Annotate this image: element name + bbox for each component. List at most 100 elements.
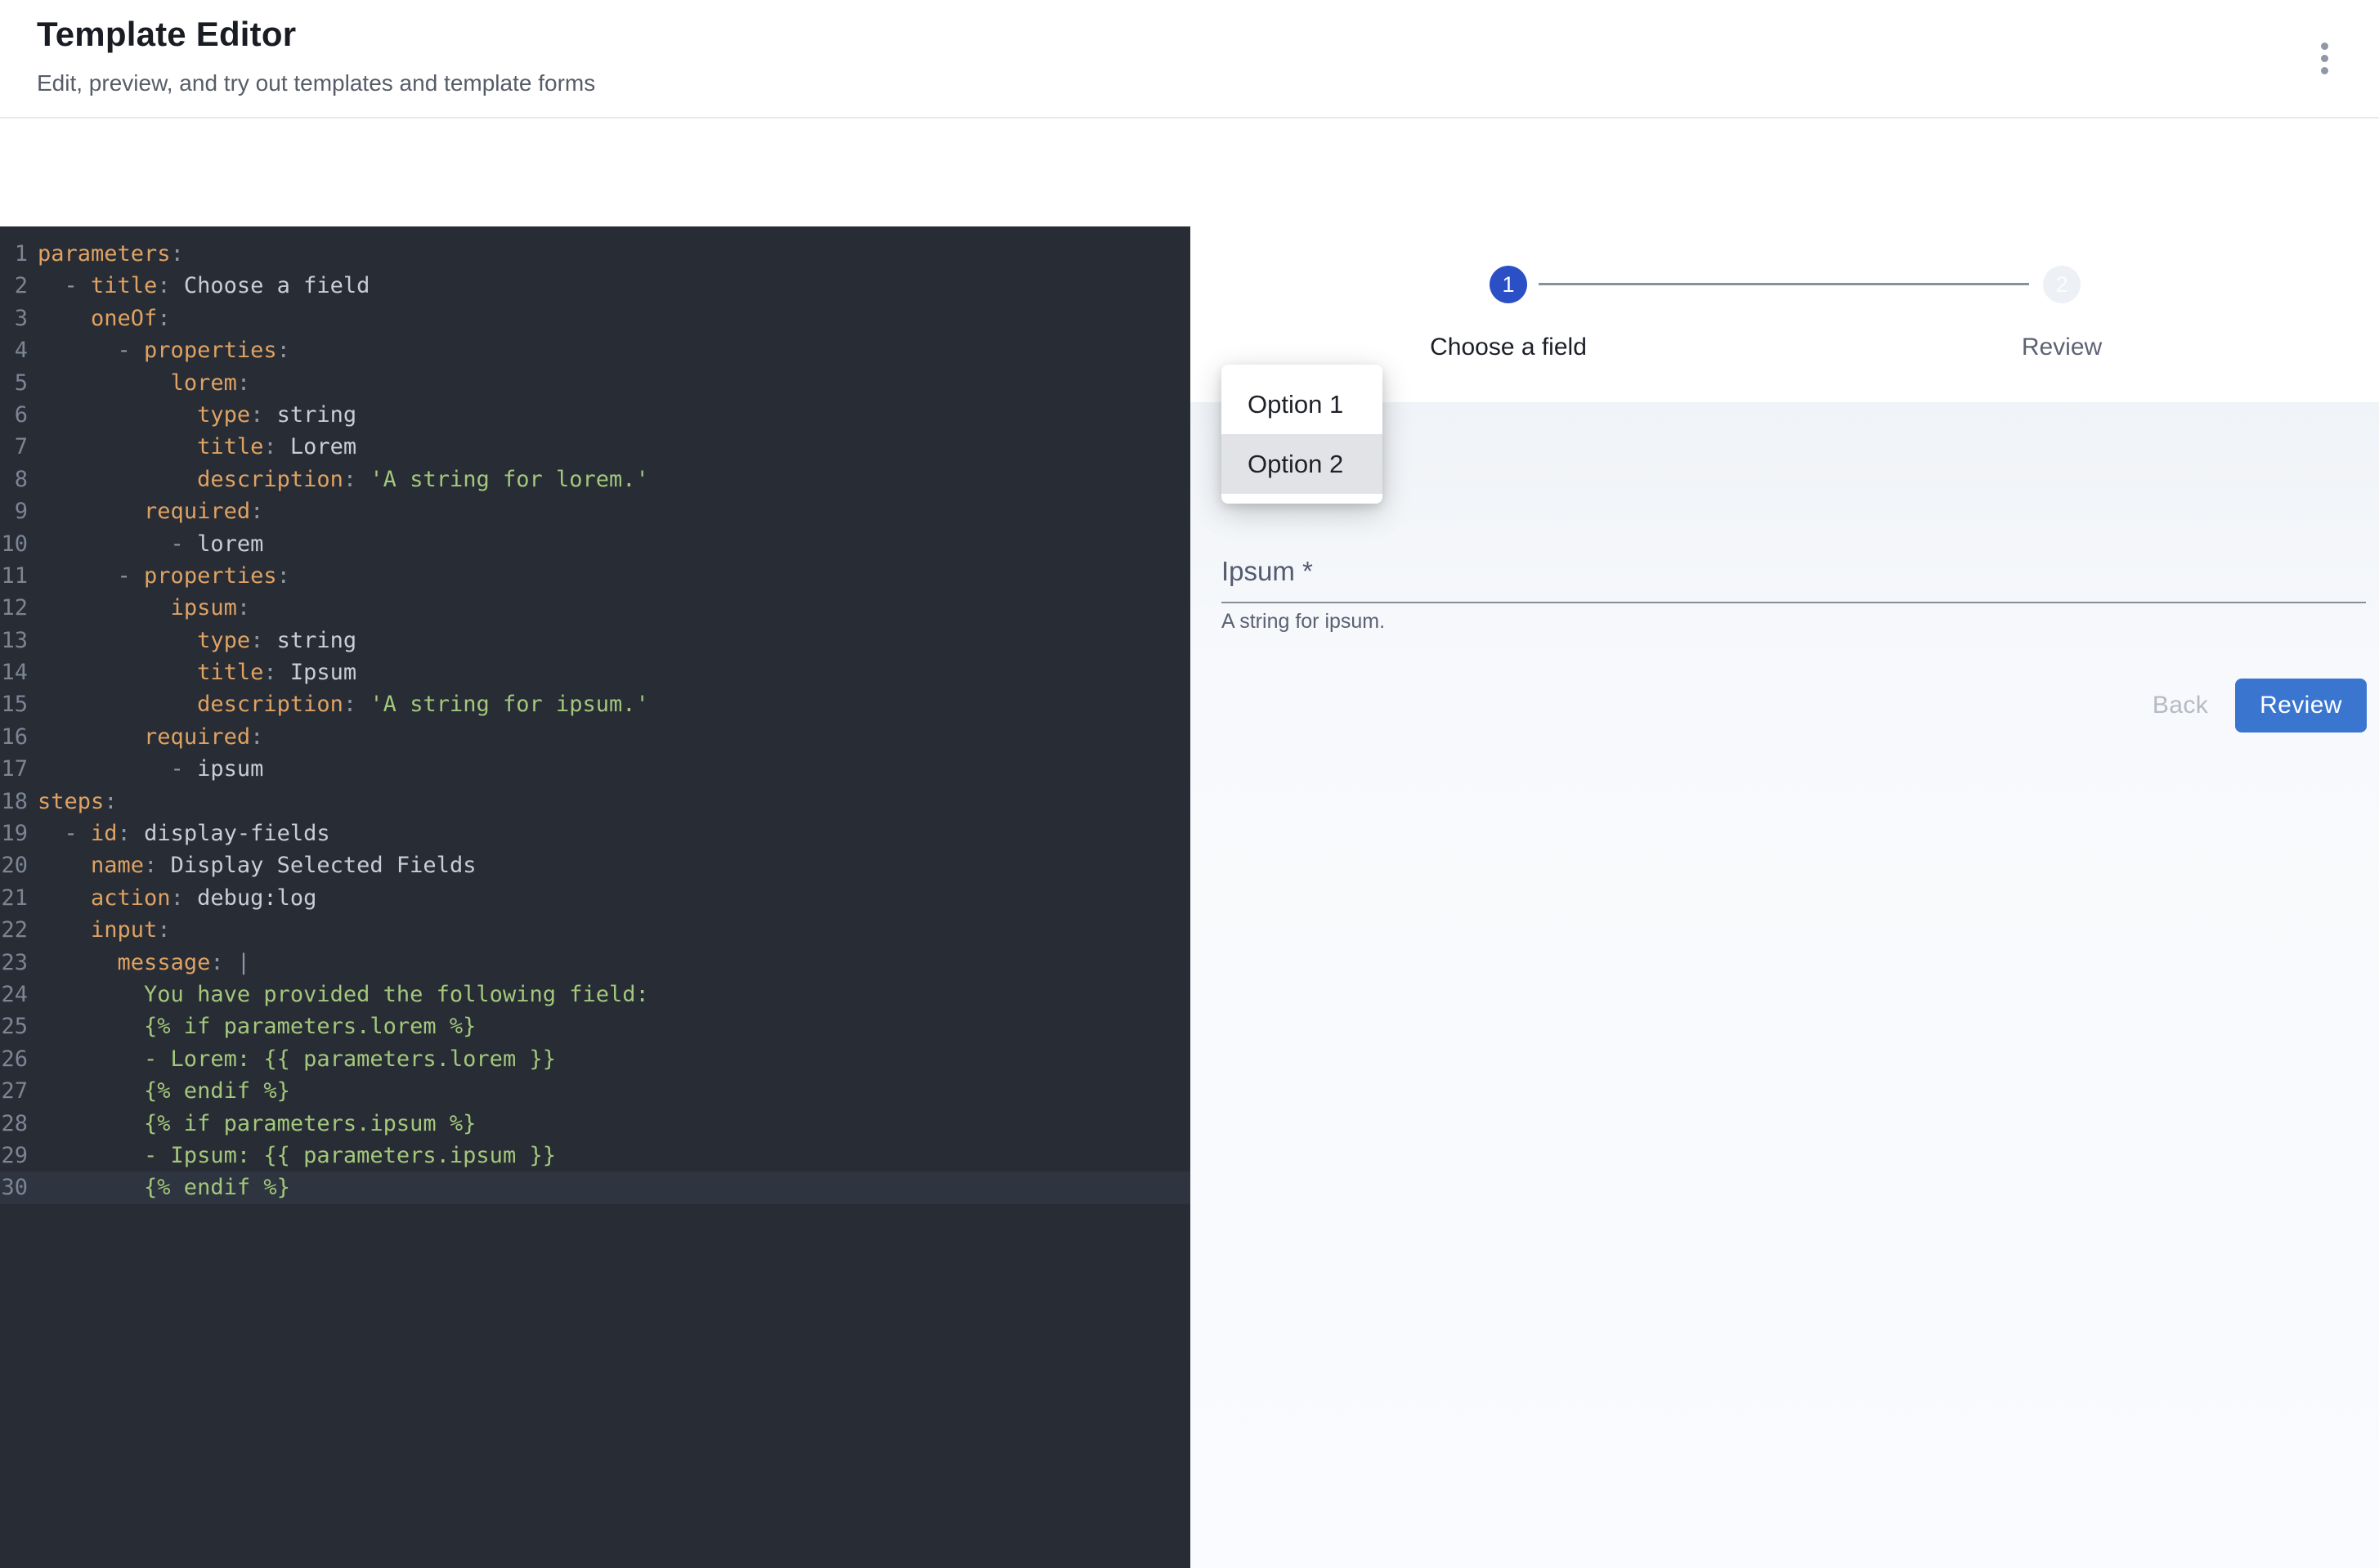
code-line: 27 {% endif %} xyxy=(0,1075,1190,1107)
code-line-text: - title: Choose a field xyxy=(33,270,370,302)
code-line-text: type: string xyxy=(33,625,356,656)
code-line: 20 name: Display Selected Fields xyxy=(0,849,1190,881)
line-number: 22 xyxy=(0,914,33,946)
stepper-connector xyxy=(1539,283,2029,285)
code-lines: 1parameters:2 - title: Choose a field3 o… xyxy=(0,238,1190,1204)
code-line-text: message: | xyxy=(33,947,250,979)
code-line: 12 ipsum: xyxy=(0,592,1190,624)
code-line: 16 required: xyxy=(0,721,1190,753)
line-number: 28 xyxy=(0,1108,33,1140)
code-line-text: You have provided the following field: xyxy=(33,979,649,1010)
code-line: 4 - properties: xyxy=(0,334,1190,366)
line-number: 3 xyxy=(0,302,33,334)
step-number-badge: 1 xyxy=(1490,266,1527,303)
code-line-text: {% endif %} xyxy=(33,1075,290,1107)
code-line: 7 title: Lorem xyxy=(0,431,1190,463)
code-line-text: description: 'A string for ipsum.' xyxy=(33,688,649,720)
line-number: 18 xyxy=(0,786,33,818)
page-subtitle: Edit, preview, and try out templates and… xyxy=(37,70,595,96)
code-line-text: description: 'A string for lorem.' xyxy=(33,464,649,495)
step-label: Review xyxy=(1939,334,2184,361)
line-number: 29 xyxy=(0,1140,33,1172)
page-title: Template Editor xyxy=(37,15,296,54)
more-options-button[interactable] xyxy=(2296,29,2353,87)
code-line-text: - ipsum xyxy=(33,753,263,785)
line-number: 20 xyxy=(0,849,33,881)
line-number: 17 xyxy=(0,753,33,785)
line-number: 24 xyxy=(0,979,33,1010)
ipsum-helper-text: A string for ipsum. xyxy=(1221,610,1385,634)
code-line: 23 message: | xyxy=(0,947,1190,979)
code-line: 6 type: string xyxy=(0,399,1190,431)
code-line-text: oneOf: xyxy=(33,302,171,334)
line-number: 6 xyxy=(0,399,33,431)
dropdown-option-option-2[interactable]: Option 2 xyxy=(1221,434,1382,494)
yaml-code-editor[interactable]: 1parameters:2 - title: Choose a field3 o… xyxy=(0,226,1190,1568)
line-number: 23 xyxy=(0,947,33,979)
step-label: Choose a field xyxy=(1386,334,1631,361)
code-line-text: {% if parameters.ipsum %} xyxy=(33,1108,476,1140)
code-line: 18steps: xyxy=(0,786,1190,818)
line-number: 4 xyxy=(0,334,33,366)
line-number: 26 xyxy=(0,1043,33,1075)
code-line: 9 required: xyxy=(0,495,1190,527)
code-line-text: action: debug:log xyxy=(33,882,316,914)
code-line-text: - properties: xyxy=(33,560,290,592)
template-editor-app: Template Editor Edit, preview, and try o… xyxy=(0,0,2379,1568)
template-loader-section: Load Existing Template Example Template xyxy=(0,120,2379,226)
field-options-dropdown: Option 1Option 2 xyxy=(1221,365,1382,504)
line-number: 12 xyxy=(0,592,33,624)
line-number: 19 xyxy=(0,818,33,849)
code-line: 25 {% if parameters.lorem %} xyxy=(0,1010,1190,1042)
stepper-step-review: 2Review xyxy=(1939,266,2184,361)
line-number: 14 xyxy=(0,656,33,688)
code-line-text: parameters: xyxy=(33,238,184,270)
code-line: 5 lorem: xyxy=(0,367,1190,399)
ipsum-field-underline xyxy=(1221,602,2366,603)
code-line-text: - Lorem: {{ parameters.lorem }} xyxy=(33,1043,556,1075)
page-header: Template Editor Edit, preview, and try o… xyxy=(0,0,2379,119)
line-number: 9 xyxy=(0,495,33,527)
code-line-text: - properties: xyxy=(33,334,290,366)
code-line: 11 - properties: xyxy=(0,560,1190,592)
code-line-text: type: string xyxy=(33,399,356,431)
line-number: 30 xyxy=(0,1172,33,1203)
line-number: 2 xyxy=(0,270,33,302)
code-line-text: lorem: xyxy=(33,367,250,399)
code-line: 30 {% endif %} xyxy=(0,1172,1190,1203)
line-number: 8 xyxy=(0,464,33,495)
line-number: 25 xyxy=(0,1010,33,1042)
line-number: 27 xyxy=(0,1075,33,1107)
code-line-text: required: xyxy=(33,721,263,753)
code-line: 22 input: xyxy=(0,914,1190,946)
code-line: 1parameters: xyxy=(0,238,1190,270)
line-number: 15 xyxy=(0,688,33,720)
stepper-step-choose-a-field: 1 Choose a field xyxy=(1386,266,1631,361)
code-line-text: required: xyxy=(33,495,263,527)
code-line: 21 action: debug:log xyxy=(0,882,1190,914)
review-button[interactable]: Review xyxy=(2235,679,2367,732)
code-line: 8 description: 'A string for lorem.' xyxy=(0,464,1190,495)
line-number: 11 xyxy=(0,560,33,592)
code-line: 3 oneOf: xyxy=(0,302,1190,334)
code-line-text: {% if parameters.lorem %} xyxy=(33,1010,476,1042)
line-number: 5 xyxy=(0,367,33,399)
code-line: 29 - Ipsum: {{ parameters.ipsum }} xyxy=(0,1140,1190,1172)
line-number: 10 xyxy=(0,528,33,560)
kebab-vertical-icon xyxy=(2321,43,2328,50)
code-line-text: - lorem xyxy=(33,528,263,560)
back-button[interactable]: Back xyxy=(2135,679,2225,732)
dropdown-option-option-1[interactable]: Option 1 xyxy=(1221,374,1382,434)
kebab-vertical-icon xyxy=(2321,67,2328,74)
code-line: 28 {% if parameters.ipsum %} xyxy=(0,1108,1190,1140)
code-line-text: - Ipsum: {{ parameters.ipsum }} xyxy=(33,1140,556,1172)
line-number: 16 xyxy=(0,721,33,753)
line-number: 1 xyxy=(0,238,33,270)
ipsum-text-field[interactable]: Ipsum * A string for ipsum. xyxy=(1221,548,2366,629)
code-line-text: title: Lorem xyxy=(33,431,356,463)
code-line: 17 - ipsum xyxy=(0,753,1190,785)
code-line: 10 - lorem xyxy=(0,528,1190,560)
code-line: 19 - id: display-fields xyxy=(0,818,1190,849)
kebab-vertical-icon xyxy=(2321,55,2328,62)
code-line-text: name: Display Selected Fields xyxy=(33,849,476,881)
